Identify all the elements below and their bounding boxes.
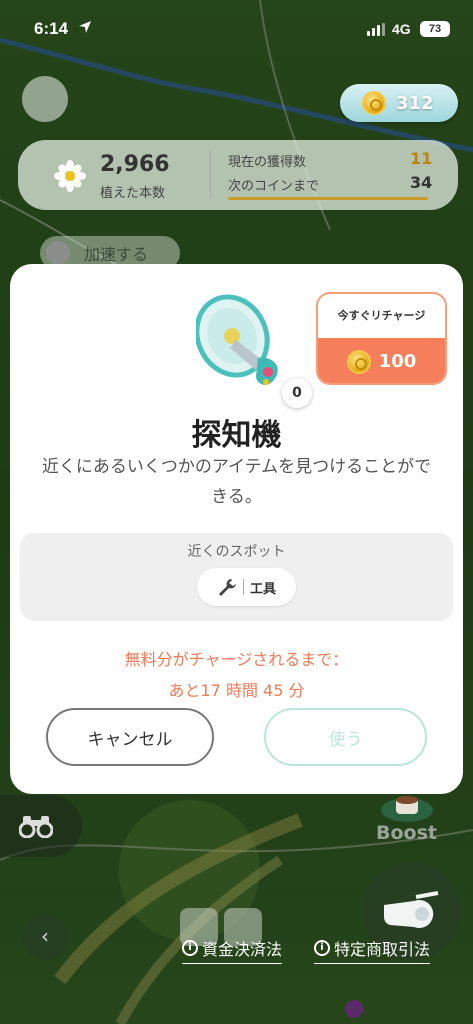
current-earned-label: 現在の獲得数 bbox=[228, 155, 307, 170]
megaphone-detector-icon bbox=[196, 294, 278, 385]
coin-balance-value: 312 bbox=[396, 92, 434, 114]
coin-icon bbox=[362, 91, 386, 115]
fast-forward-icon bbox=[46, 241, 70, 265]
wrench-icon bbox=[218, 579, 236, 596]
spot-chip-tools[interactable]: 工具 bbox=[197, 568, 296, 606]
whistle-icon bbox=[383, 891, 439, 928]
recharge-now-button[interactable]: 今すぐリチャージ 100 bbox=[316, 292, 447, 385]
binoculars-icon bbox=[19, 816, 53, 838]
back-button[interactable]: ‹ bbox=[22, 914, 68, 960]
free-charge-line-2: あと17 時間 45 分 bbox=[168, 681, 305, 700]
spot-chip-label: 工具 bbox=[249, 581, 276, 597]
item-name: 探知機 bbox=[191, 418, 282, 453]
chip-separator bbox=[242, 579, 244, 595]
legal-commerce-label: 特定商取引法 bbox=[334, 940, 431, 959]
map-pin[interactable] bbox=[345, 1000, 363, 1018]
stats-divider bbox=[210, 150, 211, 198]
info-icon: i bbox=[314, 940, 330, 956]
boost-label: Boost bbox=[376, 822, 437, 844]
legal-commerce-link[interactable]: i 特定商取引法 bbox=[314, 936, 431, 964]
speed-up-label: 加速する bbox=[84, 245, 149, 264]
coin-balance[interactable]: 312 bbox=[340, 84, 458, 122]
cancel-button[interactable]: キャンセル bbox=[46, 708, 214, 766]
free-charge-line-1: 無料分がチャージされるまで： bbox=[124, 650, 349, 669]
map-mode-button[interactable] bbox=[22, 76, 68, 122]
use-button[interactable]: 使う bbox=[264, 708, 427, 766]
planted-count: 2,966 bbox=[100, 152, 170, 177]
location-arrow-icon bbox=[79, 21, 91, 33]
recharge-cost: 100 bbox=[318, 338, 445, 383]
legal-payment-link[interactable]: i 資金決済法 bbox=[182, 936, 283, 964]
current-earned-value: 11 bbox=[410, 149, 433, 168]
binoculars-button[interactable] bbox=[0, 795, 82, 857]
chevron-left-icon: ‹ bbox=[41, 924, 49, 948]
network-type: 4G bbox=[392, 21, 411, 37]
cellular-signal-icon bbox=[367, 23, 385, 36]
free-charge-countdown: 無料分がチャージされるまで： あと17 時間 45 分 bbox=[10, 644, 463, 706]
item-count-badge: 0 bbox=[282, 378, 312, 408]
legal-payment-label: 資金決済法 bbox=[202, 940, 283, 959]
item-detail-dialog: 今すぐリチャージ 100 0 探知機 近くにあるいくつかのアイテムを見つけること… bbox=[10, 264, 463, 794]
next-coin-progress-bar bbox=[228, 197, 428, 200]
nearby-spots-panel: 近くのスポット 工具 bbox=[20, 533, 453, 621]
coin-icon bbox=[346, 349, 371, 374]
planted-label: 植えた本数 bbox=[100, 186, 166, 201]
battery-indicator: 73 bbox=[420, 21, 450, 37]
info-icon: i bbox=[182, 940, 198, 956]
next-coin-label: 次のコインまで bbox=[228, 179, 320, 194]
recharge-cost-value: 100 bbox=[378, 351, 417, 372]
recharge-now-label: 今すぐリチャージ bbox=[337, 309, 426, 322]
status-bar: 6:14 4G 73 bbox=[0, 0, 473, 58]
daisy-icon bbox=[54, 160, 86, 192]
status-time: 6:14 bbox=[34, 19, 69, 38]
nearby-spots-label: 近くのスポット bbox=[187, 544, 286, 560]
item-description: 近くにあるいくつかのアイテムを見つけることができる。 bbox=[41, 457, 432, 507]
next-coin-value: 34 bbox=[410, 173, 433, 192]
